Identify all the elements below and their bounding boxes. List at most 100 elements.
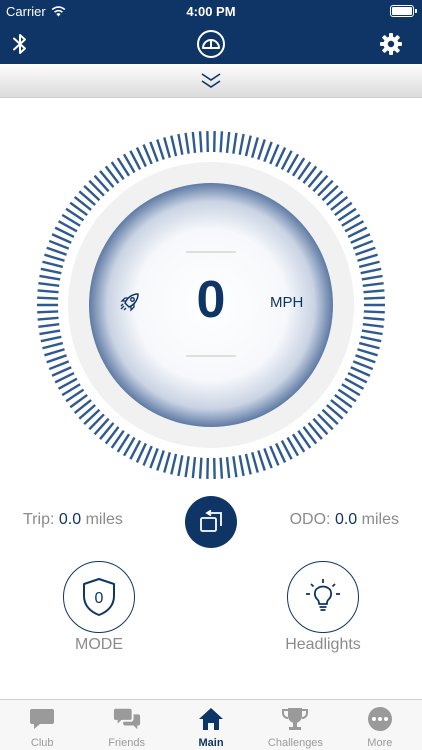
dial-tick [149,141,159,163]
dial-tick [250,137,259,158]
dial-tick [358,260,380,269]
dial-tick [361,274,383,281]
speed-value: 0 [196,271,226,329]
odo-label: ODO: [289,511,331,528]
switch-stats-button[interactable] [185,496,237,548]
dial-tick [355,354,376,364]
rocket-icon [120,293,139,312]
dial-tick [362,322,384,328]
chat-bubble-icon [28,706,56,732]
dial-tick [40,267,62,275]
dial-tick [219,457,224,479]
dial-tick [142,144,153,165]
trophy-icon [281,706,309,732]
speedometer-icon [197,30,225,58]
home-icon [197,706,225,732]
dial-tick [225,131,231,153]
dial-tick [362,282,384,288]
mode-button[interactable]: 0 [63,561,135,633]
tab-label-challenges: Challenges [267,737,323,749]
dial-tick [42,260,64,269]
dial-tick [269,445,280,466]
trip-label: Trip: [23,511,55,528]
dial-tick [357,253,378,262]
dial-tick [257,139,266,160]
dial-tick [39,329,61,336]
dial-tick [37,316,59,321]
dial-tick [156,450,165,471]
tab-bar: Club Friends Main Challenges More [0,699,422,750]
dial-tick [198,131,203,153]
nav-bar [0,24,422,64]
trip-value: 0.0 [58,511,82,528]
dial-tick [352,360,374,371]
more-icon [366,706,394,732]
dial-tick [360,335,382,343]
status-time: 4:00 PM [186,4,236,19]
dial-tick [38,282,60,288]
dial-tick [363,296,385,300]
tab-main[interactable]: Main [169,700,253,750]
lightbulb-icon [306,579,340,611]
headlights-label: Headlights [285,636,361,653]
dial-tick [163,137,172,158]
collapse-toggle[interactable] [0,64,422,98]
speedometer-button[interactable] [195,28,227,60]
dial-tick [37,296,59,300]
trip-stat: Trip: 0.0 miles [23,511,123,529]
odo-value: 0.0 [334,511,358,528]
headlights-button[interactable] [287,561,359,633]
chat-bubbles-icon [113,706,141,732]
dial-tick [163,452,172,473]
dial-tick [360,267,382,275]
tab-challenges[interactable]: Challenges [253,700,337,750]
dial-tick [225,457,231,479]
dial-tick [250,452,259,473]
dial-tick [40,335,62,343]
bluetooth-icon [13,34,26,54]
dial-tick [149,447,159,469]
swap-screen-icon [200,509,222,532]
dial-tick [42,341,64,350]
chevron-down-icon [201,72,221,88]
dial-tick [269,144,280,165]
dial-tick [198,457,203,479]
tab-club[interactable]: Club [0,700,84,750]
settings-button[interactable] [375,28,407,60]
tab-label-club: Club [30,737,54,749]
dial-tick [44,253,65,262]
dial-tick [48,239,70,250]
dial-tick [355,246,376,256]
dial-tick [37,289,59,294]
dial-tick [363,316,385,321]
dial-tick [46,246,67,256]
odo-unit: miles [361,511,399,528]
ride-mode-button[interactable] [118,290,142,314]
dial-tick [257,450,266,471]
dial-tick [352,239,374,250]
dial-tick [177,455,184,477]
bluetooth-button[interactable] [4,28,36,60]
dial-tick [156,139,165,160]
tab-friends[interactable]: Friends [84,700,168,750]
dial-tick [170,135,178,157]
trip-unit: miles [85,511,123,528]
dial-tick [238,133,245,155]
dial-tick [184,132,190,154]
dial-tick [363,310,385,314]
dial-tick [232,456,238,478]
dial-tick [48,360,70,371]
dial-tick [244,453,252,475]
tab-label-main: Main [198,737,224,749]
tab-more[interactable]: More [338,700,422,750]
dial-tick [219,131,224,153]
dial-tick [39,274,61,281]
speed-unit: MPH [270,294,304,311]
dial-tick [361,329,383,336]
gear-icon [380,33,402,55]
dial-tick [44,348,65,357]
dial-tick [38,322,60,328]
dial-tick [191,131,197,153]
speed-dial: 0 MPH [36,130,386,480]
battery-icon [390,5,417,17]
